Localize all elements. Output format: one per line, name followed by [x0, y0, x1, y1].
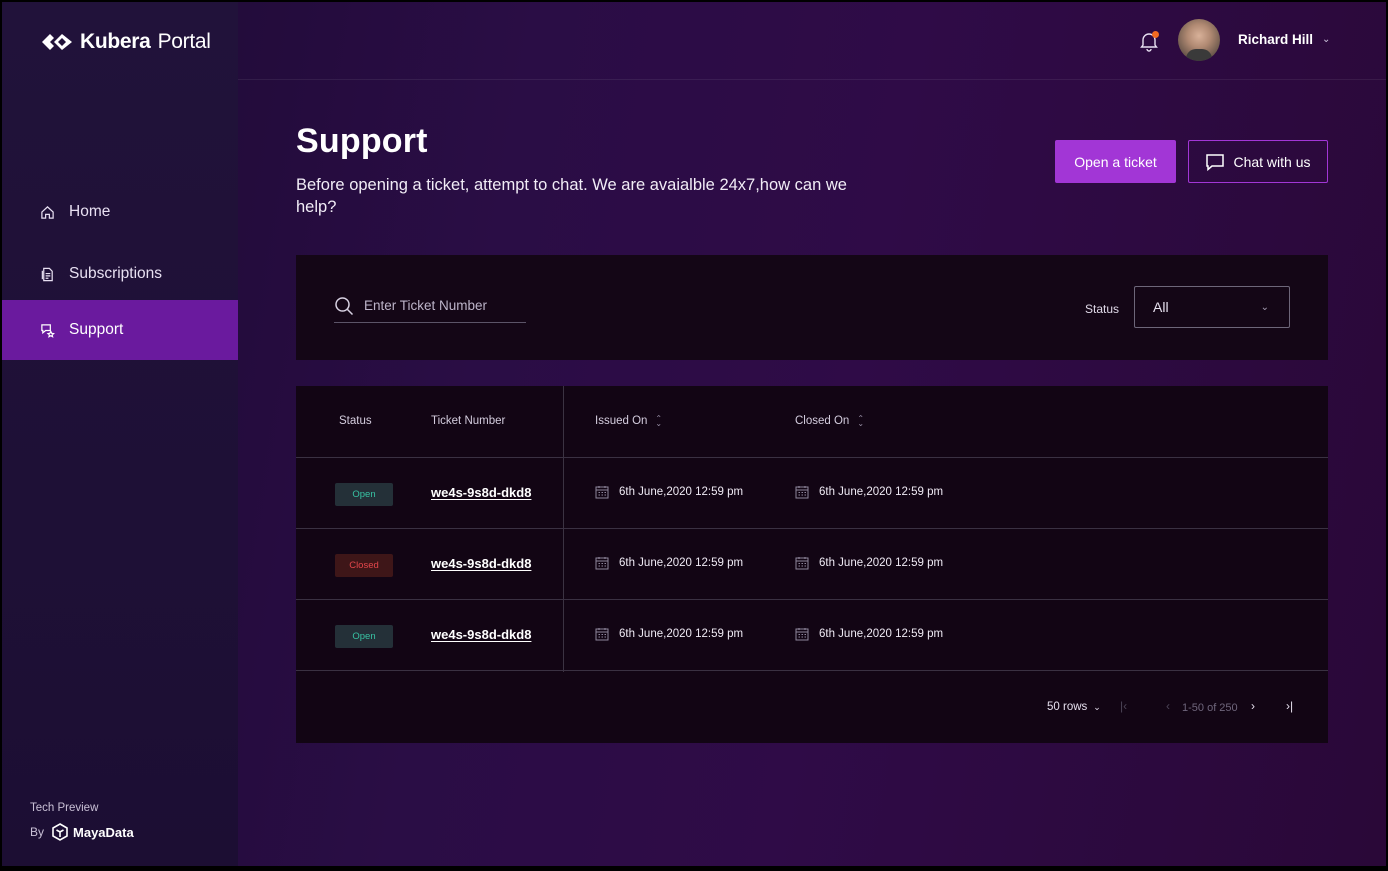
status-select[interactable]: All ⌄ [1134, 286, 1290, 328]
page-range: 1-50 of 250 [1182, 702, 1238, 714]
status-badge: Open [335, 625, 393, 648]
search-input[interactable] [364, 298, 514, 313]
user-menu[interactable]: Richard Hill ⌄ [1238, 32, 1330, 47]
notification-button[interactable] [1138, 30, 1160, 52]
top-bar: Richard Hill ⌄ [238, 2, 1386, 80]
status-filter-label: Status [1085, 302, 1120, 316]
sidebar-item-label: Support [69, 321, 124, 338]
table-row: Open we4s-9s8d-dkd8 6th June,2020 12:59 … [296, 458, 1328, 529]
status-select-value: All [1153, 299, 1169, 315]
table-header: Status Ticket Number Issued On ⌃ ⌄ Closed… [296, 386, 1328, 458]
column-header-closed[interactable]: Closed On ⌃ ⌄ [795, 415, 864, 428]
chat-icon [1206, 153, 1225, 171]
app-window: Kubera Portal Home Subscriptions Support … [2, 2, 1386, 866]
chevron-down-icon: ⌄ [1260, 301, 1269, 313]
chat-button-label: Chat with us [1233, 153, 1311, 170]
mayadata-logo-icon [52, 823, 68, 841]
by-label: By [30, 825, 45, 839]
chevron-down-icon: ⌄ [1322, 34, 1331, 45]
sidebar-item-label: Home [69, 203, 111, 220]
notification-dot [1152, 31, 1159, 38]
page-subtitle: Before opening a ticket, attempt to chat… [296, 176, 847, 216]
column-header-ticket: Ticket Number [431, 415, 506, 427]
support-icon [41, 323, 55, 338]
calendar-icon [795, 486, 809, 499]
issued-date: 6th June,2020 12:59 pm [595, 556, 743, 570]
issued-date: 6th June,2020 12:59 pm [595, 627, 743, 641]
page-title: Support [296, 122, 428, 160]
tickets-table: Status Ticket Number Issued On ⌃ ⌄ Closed… [296, 386, 1328, 743]
chat-button[interactable]: Chat with us [1188, 140, 1328, 183]
calendar-icon [795, 557, 809, 570]
closed-date: 6th June,2020 12:59 pm [795, 556, 943, 570]
rows-per-page-select[interactable]: 50 rows ⌄ [1047, 701, 1101, 713]
column-header-status: Status [339, 415, 372, 427]
sidebar-item-support[interactable]: Support [2, 300, 238, 360]
issued-date: 6th June,2020 12:59 pm [595, 485, 743, 499]
sort-icon[interactable]: ⌃ ⌄ [857, 415, 864, 428]
search-icon [335, 296, 354, 315]
pagination: 50 rows ⌄ |‹ ‹ 1-50 of 250 › ›| [296, 672, 1328, 743]
prev-page-icon[interactable]: ‹ [1166, 699, 1170, 713]
last-page-icon[interactable]: ›| [1286, 699, 1293, 713]
calendar-icon [795, 628, 809, 641]
ticket-number-link[interactable]: we4s-9s8d-dkd8 [431, 485, 531, 500]
home-icon [41, 205, 54, 219]
status-badge: Closed [335, 554, 393, 577]
table-row: Closed we4s-9s8d-dkd8 6th June,2020 12:5… [296, 529, 1328, 600]
sort-icon[interactable]: ⌃ ⌄ [655, 415, 662, 428]
table-row: Open we4s-9s8d-dkd8 6th June,2020 12:59 … [296, 600, 1328, 671]
chevron-down-icon: ⌄ [1093, 701, 1101, 712]
sidebar: Kubera Portal Home Subscriptions Support … [2, 2, 238, 866]
ticket-number-link[interactable]: we4s-9s8d-dkd8 [431, 556, 531, 571]
ticket-number-link[interactable]: we4s-9s8d-dkd8 [431, 627, 531, 642]
calendar-icon [595, 557, 609, 570]
sidebar-item-home[interactable]: Home [2, 182, 238, 242]
tech-preview-label: Tech Preview [30, 802, 99, 814]
first-page-icon[interactable]: |‹ [1120, 699, 1127, 713]
closed-date: 6th June,2020 12:59 pm [795, 627, 943, 641]
kubera-logo-icon [42, 34, 72, 50]
column-header-closed-label: Closed On [795, 415, 850, 427]
user-name: Richard Hill [1238, 32, 1314, 47]
next-page-icon[interactable]: › [1251, 699, 1255, 713]
sidebar-item-subscriptions[interactable]: Subscriptions [2, 244, 238, 304]
status-badge: Open [335, 483, 393, 506]
brand-logo[interactable]: Kubera Portal [40, 30, 211, 54]
mayadata-logo[interactable]: MayaData [52, 823, 134, 841]
brand-name-bold: Kubera [80, 30, 151, 53]
calendar-icon [595, 628, 609, 641]
document-icon [41, 267, 53, 281]
calendar-icon [595, 486, 609, 499]
brand-name-light: Portal [157, 30, 211, 53]
company-name: MayaData [73, 824, 134, 840]
closed-date: 6th June,2020 12:59 pm [795, 485, 943, 499]
column-header-issued[interactable]: Issued On ⌃ ⌄ [595, 415, 662, 428]
avatar[interactable] [1178, 19, 1220, 61]
rows-per-page-label: 50 rows [1047, 701, 1088, 713]
by-line: By MayaData [30, 823, 134, 841]
column-header-issued-label: Issued On [595, 415, 648, 427]
sidebar-footer: Tech Preview By MayaData [30, 802, 134, 841]
open-ticket-button[interactable]: Open a ticket [1055, 140, 1176, 183]
search-box [334, 289, 526, 323]
filter-panel: Status All ⌄ [296, 255, 1328, 360]
sidebar-item-label: Subscriptions [69, 265, 163, 282]
